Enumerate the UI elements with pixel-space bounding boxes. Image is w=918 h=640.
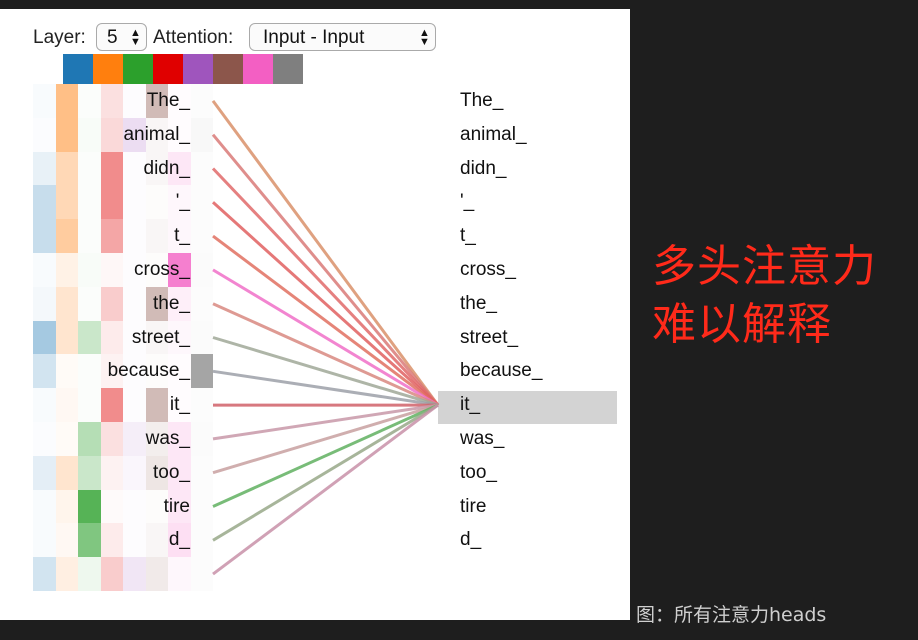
left-token[interactable]: street_ [132,321,190,355]
right-token[interactable]: animal_ [460,118,527,152]
right-token[interactable]: didn_ [460,152,507,186]
right-token[interactable]: because_ [460,354,542,388]
right-token[interactable]: d_ [460,523,481,557]
right-token[interactable]: was_ [460,422,504,456]
right-token[interactable]: too_ [460,456,497,490]
left-token[interactable]: was_ [146,422,190,456]
right-token[interactable]: cross_ [460,253,516,287]
attention-line [211,100,440,406]
left-token[interactable]: didn_ [144,152,191,186]
attention-line [211,133,440,407]
attention-line [211,167,440,407]
right-token[interactable]: t_ [460,219,476,253]
attention-line [212,234,439,407]
annotation-line-2: 难以解释 [652,299,832,350]
attention-line [212,403,439,475]
right-token[interactable]: the_ [460,287,497,321]
right-token[interactable]: tire [460,490,486,524]
left-token[interactable]: animal_ [123,118,190,152]
annotation-line-1: 多头注意力 [652,241,877,292]
annotation-text: 多头注意力 难以解释 [652,238,877,354]
left-token[interactable]: because_ [108,354,190,388]
attention-line [212,403,439,542]
attention-line [211,201,440,407]
left-token[interactable]: too_ [153,456,190,490]
left-token[interactable]: it_ [170,388,190,422]
left-token[interactable]: d_ [169,523,190,557]
attention-line [212,403,439,441]
figure-caption: 图：所有注意力heads [636,604,827,626]
left-token[interactable]: the_ [153,287,190,321]
attention-line [212,403,439,576]
left-token[interactable]: tire [164,490,190,524]
left-token[interactable]: The_ [147,84,190,118]
left-token[interactable]: '_ [176,185,190,219]
attention-line [212,268,439,407]
right-token[interactable]: street_ [460,321,518,355]
right-token[interactable]: it_ [460,388,480,422]
right-token[interactable]: The_ [460,84,503,118]
right-token[interactable]: '_ [460,185,474,219]
left-token[interactable]: cross_ [134,253,190,287]
left-token[interactable]: t_ [174,219,190,253]
